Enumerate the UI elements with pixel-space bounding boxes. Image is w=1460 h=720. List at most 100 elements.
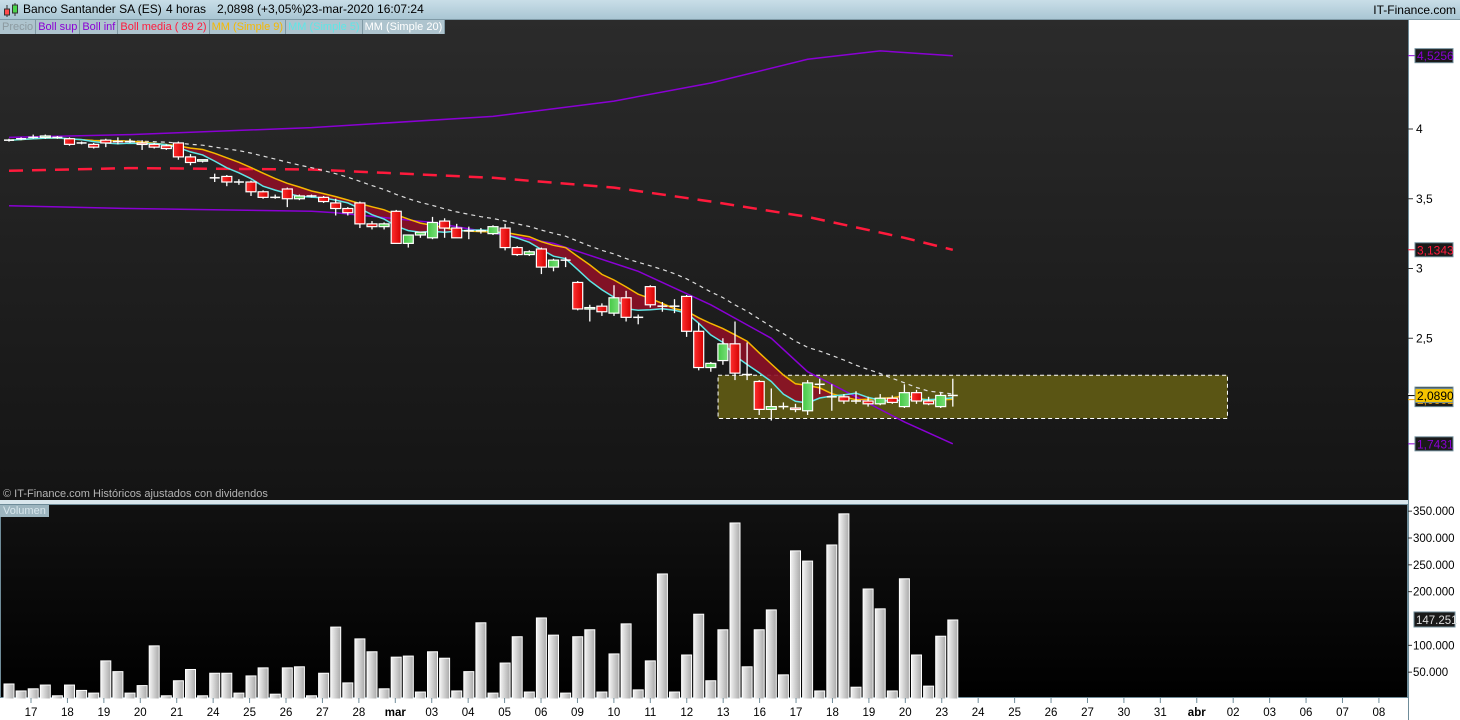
volume-bar[interactable] [923, 685, 935, 700]
volume-bar[interactable] [378, 688, 390, 700]
candle[interactable] [680, 295, 693, 337]
candle[interactable] [390, 209, 402, 244]
candle[interactable] [233, 179, 244, 185]
volume-bar[interactable] [620, 623, 632, 700]
candle[interactable] [475, 228, 486, 234]
candle[interactable] [172, 141, 184, 160]
volume-bar[interactable] [499, 662, 511, 700]
volume-bar[interactable] [850, 686, 862, 700]
candle[interactable] [197, 159, 209, 163]
candle[interactable] [487, 225, 499, 236]
candle[interactable] [572, 281, 584, 311]
volume-bar[interactable] [790, 550, 801, 700]
volume-bar[interactable] [826, 544, 838, 700]
candle[interactable] [439, 218, 451, 238]
legend-mm-20[interactable]: MM (Simple 20) [362, 20, 446, 34]
volume-bar[interactable] [269, 693, 281, 700]
volume-bar[interactable] [947, 619, 959, 700]
volume-bar[interactable] [656, 573, 668, 700]
volume-bar[interactable] [88, 692, 100, 700]
candle[interactable] [378, 222, 390, 230]
candle[interactable] [535, 247, 548, 275]
volume-bar[interactable] [64, 684, 75, 700]
volume-bar[interactable] [354, 638, 366, 700]
volume-bar[interactable] [886, 690, 898, 700]
volume-bar[interactable] [596, 691, 608, 700]
candle[interactable] [257, 190, 269, 199]
volume-bar[interactable] [414, 691, 426, 700]
candle[interactable] [499, 223, 511, 251]
legend-mm-5[interactable]: MM (Simple 5) [286, 20, 363, 34]
volume-bar[interactable] [535, 617, 547, 700]
candle[interactable] [293, 194, 305, 201]
legend-boll-sup[interactable]: Boll sup [36, 20, 81, 34]
volume-bar[interactable] [330, 626, 342, 700]
volume-bar[interactable] [221, 672, 233, 700]
volume-bar[interactable] [3, 683, 15, 700]
candle[interactable] [584, 304, 596, 322]
volume-bar[interactable] [427, 651, 438, 700]
volume-bar[interactable] [644, 660, 656, 700]
volume-bar[interactable] [463, 671, 475, 700]
volume-bar[interactable] [523, 691, 535, 700]
volume-bar[interactable] [584, 629, 596, 700]
volume-bar[interactable] [753, 629, 765, 700]
volume-bar[interactable] [475, 622, 487, 700]
candle[interactable] [705, 361, 717, 372]
candle[interactable] [693, 322, 705, 371]
volume-bar[interactable] [245, 675, 257, 700]
volume-bar[interactable] [366, 651, 378, 700]
candle[interactable] [366, 221, 378, 230]
candle[interactable] [209, 173, 220, 183]
volume-bar[interactable] [185, 668, 196, 700]
candle[interactable] [160, 144, 172, 150]
volume-label[interactable]: Volumen [0, 505, 49, 517]
candle[interactable] [511, 246, 523, 256]
volume-bar[interactable] [681, 654, 693, 700]
volume-bar[interactable] [862, 588, 874, 700]
volume-bar[interactable] [814, 690, 826, 700]
volume-bar[interactable] [548, 634, 559, 700]
candle[interactable] [4, 138, 14, 142]
candle[interactable] [221, 175, 233, 187]
volume-bar[interactable] [911, 654, 922, 700]
candle[interactable] [63, 137, 76, 146]
candle[interactable] [354, 201, 366, 229]
volume-bar[interactable] [76, 689, 88, 700]
candle[interactable] [76, 141, 87, 145]
volume-bar[interactable] [935, 635, 947, 700]
volume-bar[interactable] [741, 666, 753, 700]
volume-bar[interactable] [100, 660, 112, 700]
volume-bar[interactable] [318, 672, 330, 700]
volume-bar[interactable] [15, 690, 27, 700]
candle[interactable] [935, 392, 947, 408]
candle[interactable] [729, 321, 741, 381]
volume-bar[interactable] [172, 680, 184, 700]
volume-bar[interactable] [51, 695, 63, 700]
volume-bar[interactable] [112, 671, 124, 700]
candle[interactable] [523, 250, 535, 256]
volume-bar[interactable] [777, 674, 789, 700]
candle[interactable] [644, 285, 656, 308]
candle[interactable] [633, 314, 644, 325]
candle[interactable] [753, 380, 765, 415]
volume-bar[interactable] [560, 692, 572, 700]
candle[interactable] [281, 187, 293, 208]
volume-bar[interactable] [705, 680, 717, 700]
volume-bar[interactable] [874, 608, 886, 700]
candle[interactable] [100, 138, 112, 148]
volume-bar[interactable] [511, 636, 523, 700]
candle[interactable] [426, 216, 439, 240]
volume-bar[interactable] [257, 667, 269, 700]
volume-bar[interactable] [148, 645, 160, 700]
volume-bar[interactable] [608, 653, 620, 700]
volume-bar[interactable] [632, 689, 644, 700]
volume-bar[interactable] [402, 655, 414, 700]
volume-bar[interactable] [669, 691, 680, 700]
volume-bar[interactable] [765, 609, 777, 700]
volume-bar[interactable] [209, 672, 221, 700]
candle[interactable] [318, 195, 330, 203]
volume-bar[interactable] [693, 613, 705, 700]
legend-boll-inf[interactable]: Boll inf [80, 20, 119, 34]
volume-bar[interactable] [390, 656, 402, 700]
